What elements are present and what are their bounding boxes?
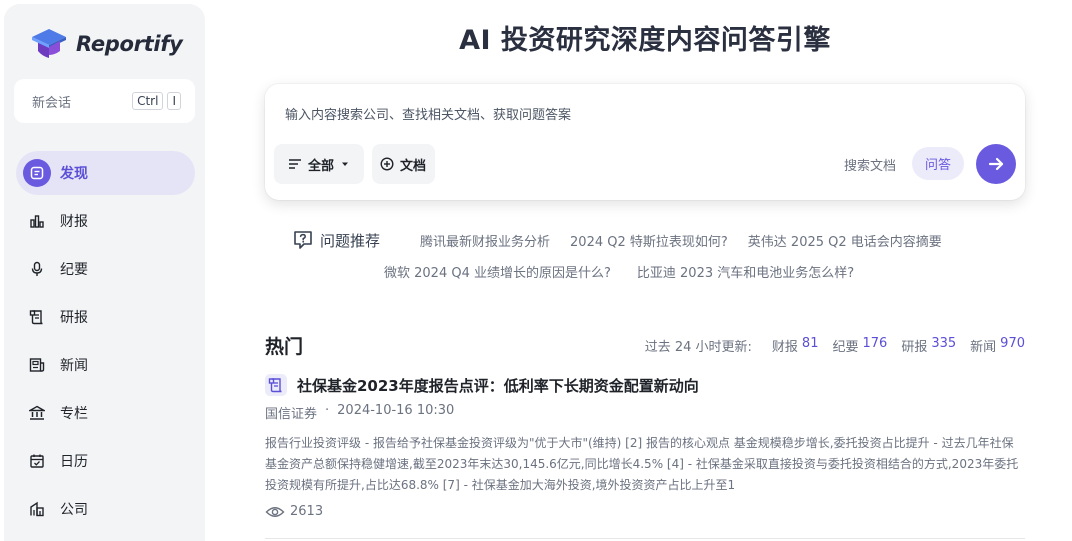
calendar-icon bbox=[28, 452, 46, 470]
arrow-right-icon bbox=[988, 157, 1004, 171]
suggestion-item[interactable]: 腾讯最新财报业务分析 bbox=[420, 231, 550, 250]
microphone-icon bbox=[28, 260, 46, 278]
view-count: 2613 bbox=[290, 504, 324, 519]
shortcut-keys: Ctrl I bbox=[132, 92, 181, 110]
building-icon bbox=[28, 500, 46, 518]
scroll-icon bbox=[28, 308, 46, 326]
sidebar: Reportify 新会话 Ctrl I 发现 财报 纪要 研报 新闻 专栏 日… bbox=[4, 4, 205, 541]
suggestions-row-1: 问题推荐 腾讯最新财报业务分析 2024 Q2 特斯拉表现如何? 英伟达 202… bbox=[292, 229, 962, 251]
graduation-cap-logo-icon bbox=[32, 29, 66, 58]
newspaper-icon bbox=[28, 356, 46, 374]
update-stats: 过去 24 小时更新: 财报 81 纪要 176 研报 335 新闻 970 bbox=[645, 336, 1025, 355]
sidebar-item-minutes[interactable]: 纪要 bbox=[16, 247, 195, 291]
article-summary: 报告行业投资评级 - 报告给予社保基金投资评级为"优于大市"(维持) [2] 报… bbox=[265, 436, 1019, 492]
sidebar-item-label: 纪要 bbox=[60, 262, 88, 278]
discover-icon bbox=[23, 159, 51, 187]
kbd-i: I bbox=[167, 92, 181, 110]
sidebar-nav: 发现 财报 纪要 研报 新闻 专栏 日历 公司 bbox=[16, 151, 195, 535]
stat-value[interactable]: 970 bbox=[1000, 336, 1025, 355]
eye-icon bbox=[265, 506, 285, 517]
suggestion-item[interactable]: 微软 2024 Q4 业绩增长的原因是什么? bbox=[384, 262, 611, 281]
stats-lead: 过去 24 小时更新: bbox=[644, 340, 752, 355]
sidebar-item-calendar[interactable]: 日历 bbox=[16, 439, 195, 483]
sidebar-item-label: 专栏 bbox=[60, 406, 88, 422]
sidebar-item-label: 研报 bbox=[60, 310, 88, 326]
article-divider bbox=[265, 538, 1025, 539]
plus-circle-icon bbox=[380, 157, 394, 171]
stat-label: 财报 bbox=[771, 340, 798, 355]
sidebar-item-label: 新闻 bbox=[60, 358, 88, 374]
scope-dropdown[interactable]: 全部 bbox=[274, 144, 364, 184]
search-input[interactable] bbox=[285, 102, 985, 128]
add-document-button[interactable]: 文档 bbox=[372, 144, 435, 184]
article-header: 社保基金2023年度报告点评：低利率下长期资金配置新动向 bbox=[265, 374, 1025, 396]
sidebar-item-label: 日历 bbox=[60, 454, 88, 470]
sidebar-item-label: 财报 bbox=[60, 214, 88, 230]
sidebar-item-research[interactable]: 研报 bbox=[16, 295, 195, 339]
stat-label: 纪要 bbox=[832, 340, 859, 355]
article-datetime: 2024-10-16 10:30 bbox=[337, 403, 455, 418]
new-chat-button[interactable]: 新会话 Ctrl I bbox=[14, 79, 195, 123]
suggestion-item[interactable]: 2024 Q2 特斯拉表现如何? bbox=[570, 231, 728, 250]
stat-value[interactable]: 176 bbox=[862, 336, 887, 355]
sidebar-item-news[interactable]: 新闻 bbox=[16, 343, 195, 387]
bank-icon bbox=[28, 404, 46, 422]
doc-label: 文档 bbox=[400, 158, 427, 174]
sidebar-item-company[interactable]: 公司 bbox=[16, 487, 195, 531]
search-doc-toggle[interactable]: 搜索文档 bbox=[844, 155, 896, 174]
sidebar-item-earnings[interactable]: 财报 bbox=[16, 199, 195, 243]
brand-logo[interactable]: Reportify bbox=[30, 24, 183, 64]
submit-button[interactable] bbox=[976, 144, 1016, 184]
article-title[interactable]: 社保基金2023年度报告点评：低利率下长期资金配置新动向 bbox=[297, 375, 699, 396]
filter-lines-icon bbox=[289, 159, 301, 169]
sidebar-item-discover[interactable]: 发现 bbox=[16, 151, 195, 195]
article-views: 2613 bbox=[265, 504, 1025, 519]
search-card: 全部 文档 搜索文档 问答 bbox=[265, 84, 1025, 200]
suggestion-item[interactable]: 比亚迪 2023 汽车和电池业务怎么样? bbox=[637, 262, 854, 281]
suggestions-header: 问题推荐 bbox=[292, 229, 380, 251]
suggestion-item[interactable]: 英伟达 2025 Q2 电话会内容摘要 bbox=[748, 231, 942, 250]
stat-label: 新闻 bbox=[970, 340, 997, 355]
article-card[interactable]: 社保基金2023年度报告点评：低利率下长期资金配置新动向 国信证券 · 2024… bbox=[265, 374, 1025, 519]
report-scroll-icon bbox=[265, 374, 287, 396]
hot-section-title: 热门 bbox=[265, 336, 304, 358]
stat-value[interactable]: 81 bbox=[802, 336, 819, 355]
caret-down-icon bbox=[342, 162, 348, 166]
stat-label: 研报 bbox=[901, 340, 928, 355]
suggestions-title: 问题推荐 bbox=[320, 231, 381, 250]
sidebar-item-label: 公司 bbox=[60, 502, 88, 518]
article-source: 国信证券 bbox=[265, 407, 318, 422]
stat-value[interactable]: 335 bbox=[931, 336, 956, 355]
meta-separator: · bbox=[325, 403, 330, 418]
kbd-ctrl: Ctrl bbox=[132, 92, 164, 110]
qa-mode-toggle[interactable]: 问答 bbox=[912, 147, 964, 180]
page-title: AI 投资研究深度内容问答引擎 bbox=[459, 25, 831, 56]
new-chat-label: 新会话 bbox=[32, 95, 72, 111]
question-bubble-icon bbox=[294, 231, 312, 249]
scope-label: 全部 bbox=[308, 158, 335, 174]
brand-name: Reportify bbox=[76, 32, 183, 56]
suggestions-row-2: 微软 2024 Q4 业绩增长的原因是什么? 比亚迪 2023 汽车和电池业务怎… bbox=[384, 262, 874, 281]
bar-chart-icon bbox=[28, 212, 46, 230]
sidebar-item-label: 发现 bbox=[60, 166, 88, 182]
article-meta: 国信证券 · 2024-10-16 10:30 bbox=[265, 403, 1025, 422]
sidebar-item-columns[interactable]: 专栏 bbox=[16, 391, 195, 435]
